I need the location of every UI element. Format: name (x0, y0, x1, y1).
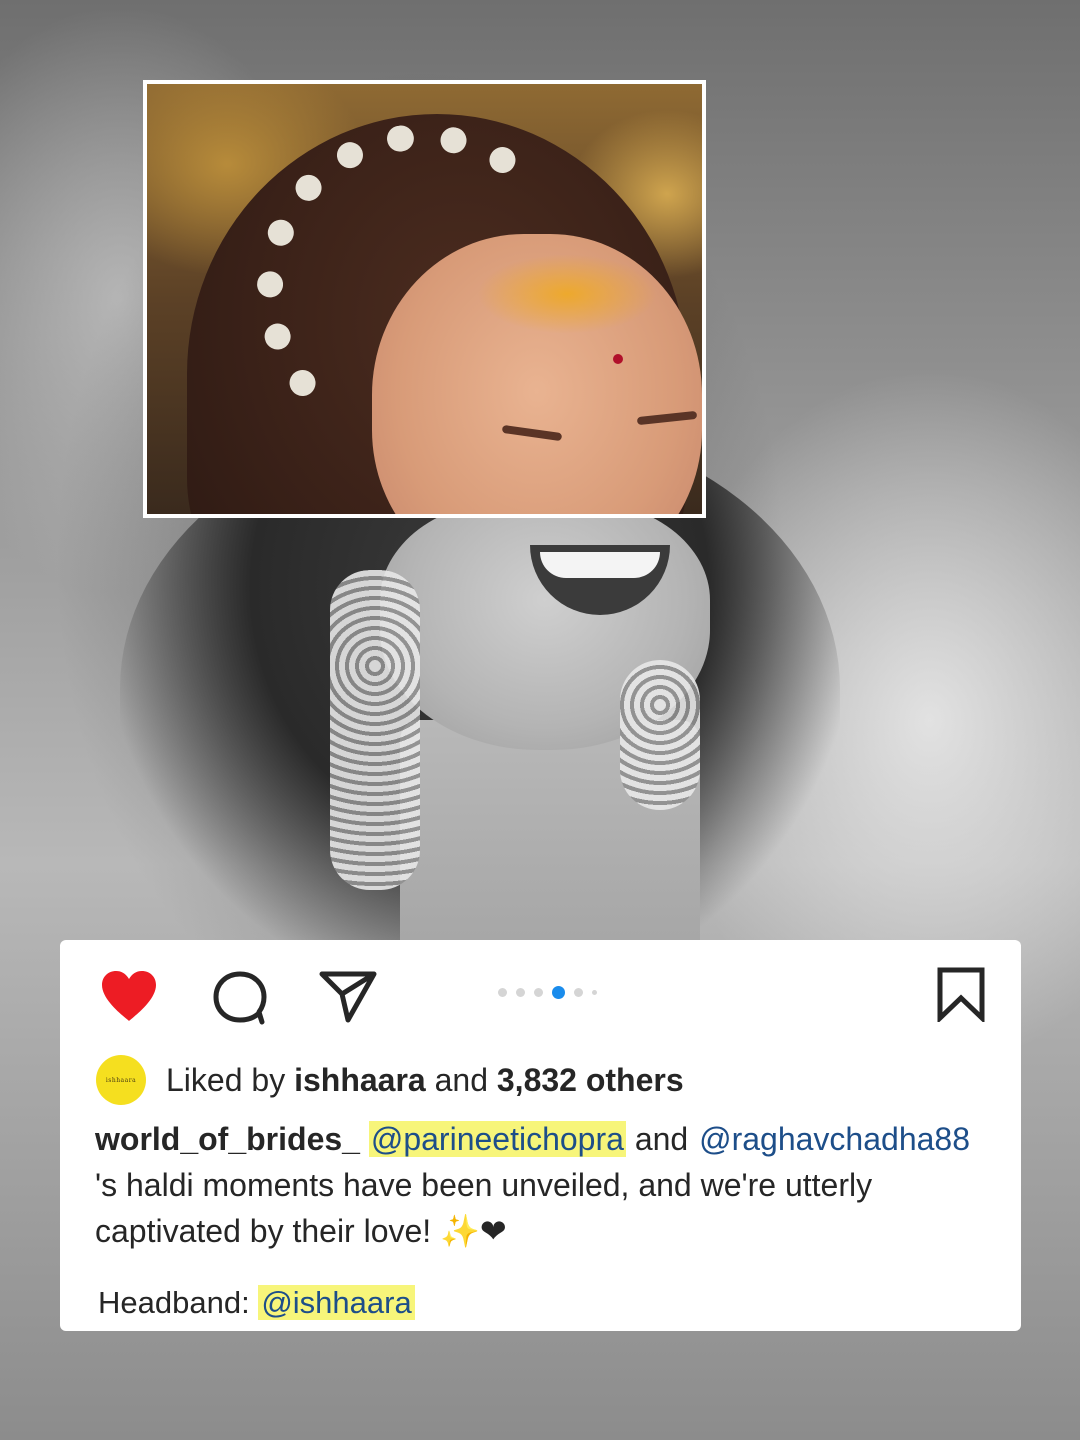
likes-text[interactable]: Liked by ishhaara and 3,832 others (166, 1062, 684, 1099)
mention-raghavchadha88[interactable]: @raghavchadha88 (697, 1121, 972, 1157)
carousel-dot-active (552, 985, 565, 999)
post-card: ishhaara Liked by ishhaara and 3,832 oth… (60, 940, 1021, 1331)
bg-earring-right (620, 660, 700, 810)
post-caption: world_of_brides_ @parineetichopra and @r… (95, 1116, 995, 1254)
heart-icon[interactable] (98, 968, 160, 1024)
caption-connector: and (625, 1121, 698, 1157)
carousel-dot (574, 987, 583, 997)
inset-bindi (613, 354, 623, 364)
carousel-dot (516, 987, 525, 997)
headband-credit: Headband: @ishhaara (98, 1280, 415, 1326)
carousel-dot (534, 987, 543, 997)
likes-count[interactable]: 3,832 others (497, 1062, 684, 1098)
avatar-text: ishhaara (105, 1076, 137, 1084)
share-icon[interactable] (318, 968, 378, 1026)
bg-teeth (540, 552, 660, 578)
carousel-dot (592, 989, 597, 995)
caption-username[interactable]: world_of_brides_ (95, 1121, 360, 1157)
carousel-dot (498, 987, 507, 997)
avatar[interactable]: ishhaara (96, 1055, 146, 1105)
color-inset-photo (143, 80, 706, 518)
credit-label: Headband: (98, 1285, 259, 1320)
likes-connector: and (425, 1061, 497, 1098)
mention-parineetichopra[interactable]: @parineetichopra (368, 1121, 626, 1157)
caption-emoji: ✨❤ (440, 1212, 507, 1250)
likes-prefix: Liked by (166, 1061, 295, 1098)
mention-ishhaara[interactable]: @ishhaara (258, 1285, 415, 1320)
bg-earring-left (330, 570, 420, 890)
carousel-indicator (498, 985, 597, 999)
liker-username[interactable]: ishhaara (294, 1062, 426, 1098)
bookmark-icon[interactable] (936, 966, 986, 1022)
comment-icon[interactable] (210, 968, 270, 1026)
likes-row: ishhaara Liked by ishhaara and 3,832 oth… (96, 1055, 684, 1105)
action-bar (60, 940, 1021, 1050)
